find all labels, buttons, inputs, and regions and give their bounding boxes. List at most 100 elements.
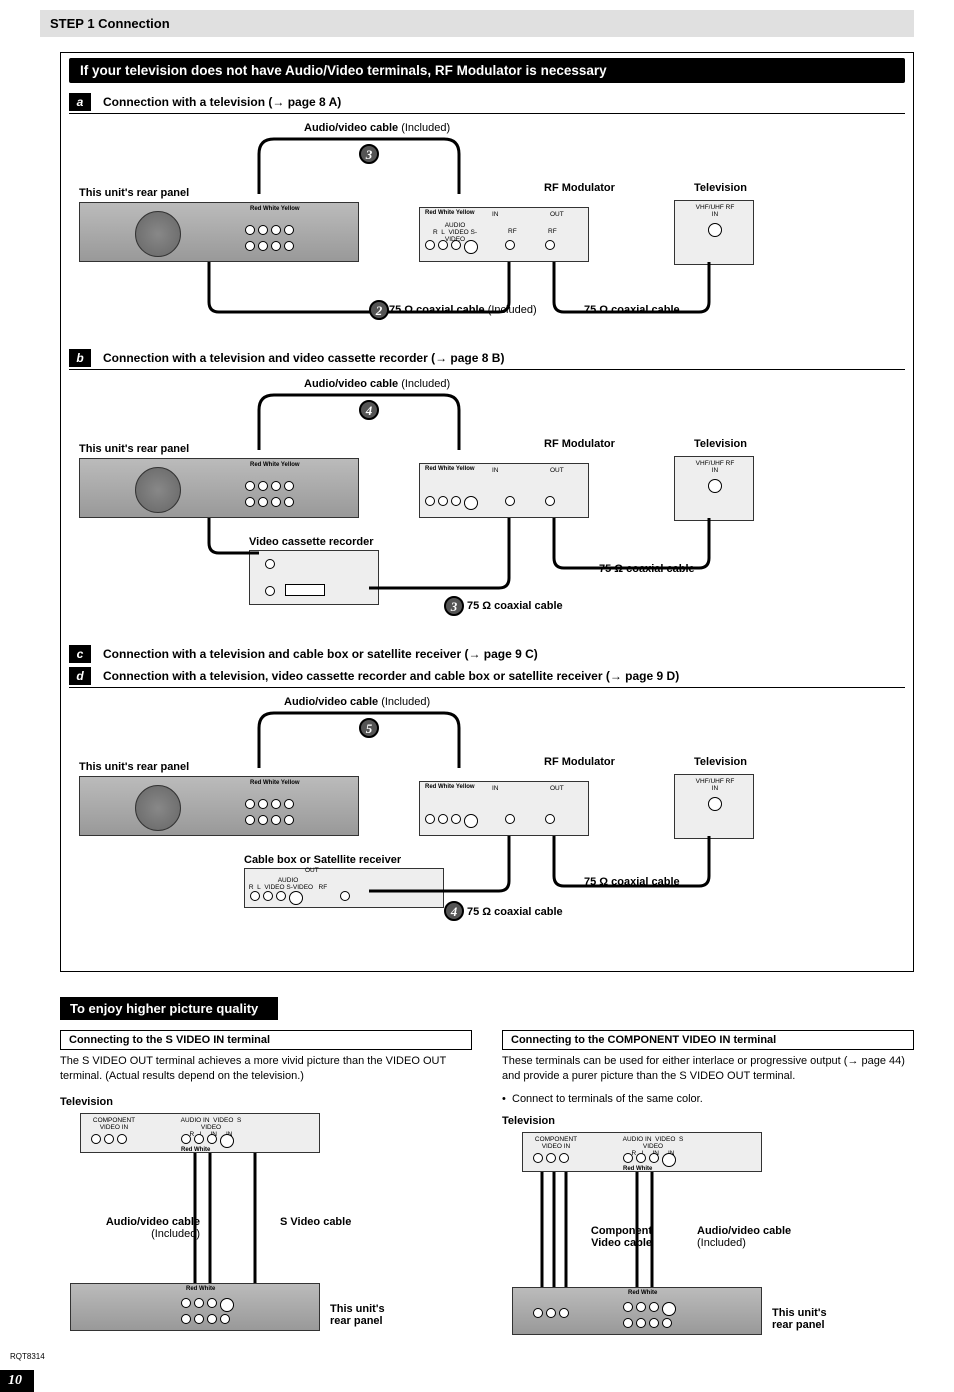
- rf1-a: RF: [508, 228, 517, 235]
- ports-d1b: [245, 815, 294, 825]
- rfoutp-b: [545, 496, 555, 506]
- page-number: 10: [0, 1370, 34, 1392]
- out-b: OUT: [550, 467, 564, 474]
- tv-d: VHF/UHF RF IN: [674, 774, 754, 839]
- ports-b1b: [245, 497, 294, 507]
- vcr-slot: [285, 584, 325, 596]
- sec-c-ref: → page 9 C: [468, 647, 533, 661]
- av-cable-line-cv: [622, 1172, 682, 1292]
- quality-columns: Connecting to the S VIDEO IN terminal Th…: [60, 1030, 914, 1342]
- sec-b-close: ): [500, 351, 504, 365]
- rf-mod-a: Red White Yellow IN OUT AUDIOR L VIDEO S…: [419, 207, 589, 262]
- section-c-title: Connection with a television and cable b…: [103, 647, 538, 661]
- sec-a-ref: → page 8 A: [272, 95, 337, 109]
- vhf-a: VHF/UHF RF IN: [695, 204, 735, 218]
- rf-modulator-section: If your television does not have Audio/V…: [60, 52, 914, 972]
- component-col: Connecting to the COMPONENT VIDEO IN ter…: [502, 1030, 914, 1342]
- rear-panel-b: Red White Yellow: [79, 458, 359, 518]
- vcrp2: [265, 586, 275, 596]
- av-cable-label-b: Audio/video cable (Included): [304, 378, 450, 390]
- section-c-header: c Connection with a television and cable…: [69, 643, 905, 665]
- sec-b-ref: → page 8 B: [435, 351, 500, 365]
- doc-id: RQT8314: [10, 1352, 45, 1361]
- comp-cable-line-cv: [532, 1172, 582, 1292]
- rear-label-a: This unit's rear panel: [79, 187, 189, 199]
- letter-c: c: [69, 645, 91, 663]
- tv-label-d: Television: [694, 756, 747, 768]
- ports-a1b: [245, 241, 294, 251]
- tvport-a: [708, 223, 722, 237]
- sat-out: OUT: [305, 867, 319, 874]
- section-b-title: Connection with a television and video c…: [103, 351, 504, 365]
- letter-d: d: [69, 667, 91, 685]
- ports-b1: [245, 481, 294, 491]
- sec-a-close: ): [337, 95, 341, 109]
- satrf-d: [340, 891, 350, 901]
- section-b-header: b Connection with a television and video…: [69, 347, 905, 370]
- rear-panel-a: Red White Yellow: [79, 202, 359, 262]
- step-2-a: 2: [369, 300, 389, 320]
- in-a: IN: [492, 211, 499, 218]
- tvport-b: [708, 479, 722, 493]
- rear-label-sv: This unit'srear panel: [330, 1303, 385, 1327]
- tv-label-sv: Television: [60, 1096, 472, 1108]
- out-d: OUT: [550, 785, 564, 792]
- step-5-d: 5: [359, 718, 379, 738]
- rear-label-b: This unit's rear panel: [79, 443, 189, 455]
- rfmod-label-b: RF Modulator: [544, 438, 615, 450]
- tvp-av-sv: [181, 1134, 234, 1148]
- quality-band: To enjoy higher picture quality: [60, 997, 278, 1020]
- av-cable-arc-a: [249, 134, 469, 204]
- sec-c-text: Connection with a television and cable b…: [103, 647, 468, 661]
- coax-cable-1a: [199, 262, 519, 317]
- av-cable-arc-b: [249, 390, 469, 460]
- unit-ports-sv: [181, 1298, 234, 1312]
- rfinp-d: [505, 814, 515, 824]
- tvp-comp-cv: [533, 1153, 569, 1163]
- av-cable-label-a: Audio/video cable (Included): [304, 122, 450, 134]
- unit-panel-sv: Red White: [70, 1283, 320, 1331]
- rwy-a2: Red White Yellow: [425, 210, 475, 216]
- out-a: OUT: [550, 211, 564, 218]
- rfoutp-d: [545, 814, 555, 824]
- tv-label-b: Television: [694, 438, 747, 450]
- rfports-a: [425, 240, 478, 254]
- rwy-d2: Red White Yellow: [425, 784, 475, 790]
- coax-vcr-rf: [359, 573, 519, 613]
- letter-b: b: [69, 349, 91, 367]
- svideo-body: The S VIDEO OUT terminal achieves a more…: [60, 1054, 472, 1084]
- rear-panel-d: Red White Yellow: [79, 776, 359, 836]
- satports-d: [250, 891, 303, 905]
- in-d: IN: [492, 785, 499, 792]
- unit-ports-sv2: [181, 1314, 230, 1324]
- tvp-av-cv: [623, 1153, 676, 1167]
- rwy-b1: Red White Yellow: [250, 462, 300, 468]
- ports-d1: [245, 799, 294, 809]
- tv-label-a: Television: [694, 182, 747, 194]
- diagram-a: Audio/video cable (Included) This unit's…: [69, 122, 905, 342]
- rfmod-label-a: RF Modulator: [544, 182, 615, 194]
- rf-mod-b: Red White Yellow IN OUT: [419, 463, 589, 518]
- comp-in-sv: COMPONENT VIDEO IN: [89, 1117, 139, 1131]
- coax-cable-2a: [544, 262, 719, 317]
- sec-d-close: ): [675, 669, 679, 683]
- rfports-d: [425, 814, 478, 828]
- component-bullet: Connect to terminals of the same color.: [502, 1092, 914, 1107]
- vcrp1: [265, 559, 275, 569]
- in-b: IN: [492, 467, 499, 474]
- coax-sat-rf: [359, 836, 519, 916]
- rfport-out-a: [545, 240, 555, 250]
- svideo-diagram: COMPONENT VIDEO IN AUDIO IN VIDEO S VIDE…: [60, 1108, 472, 1338]
- step-3-b: 3: [444, 596, 464, 616]
- av-cable-cv: Audio/video cable(Included): [697, 1225, 791, 1249]
- diagram-b: Audio/video cable (Included) This unit's…: [69, 378, 905, 638]
- section-a-header: a Connection with a television (→ page 8…: [69, 91, 905, 114]
- av-cable-line-sv: [180, 1153, 240, 1288]
- rear-label-d: This unit's rear panel: [79, 761, 189, 773]
- rfinp-b: [505, 496, 515, 506]
- rwy-b2: Red White Yellow: [425, 466, 475, 472]
- av-cable-label-d: Audio/video cable (Included): [284, 696, 430, 708]
- vhf-d: VHF/UHF RF IN: [695, 778, 735, 792]
- vhf-b: VHF/UHF RF IN: [695, 460, 735, 474]
- section-a-title: Connection with a television (→ page 8 A…: [103, 95, 341, 109]
